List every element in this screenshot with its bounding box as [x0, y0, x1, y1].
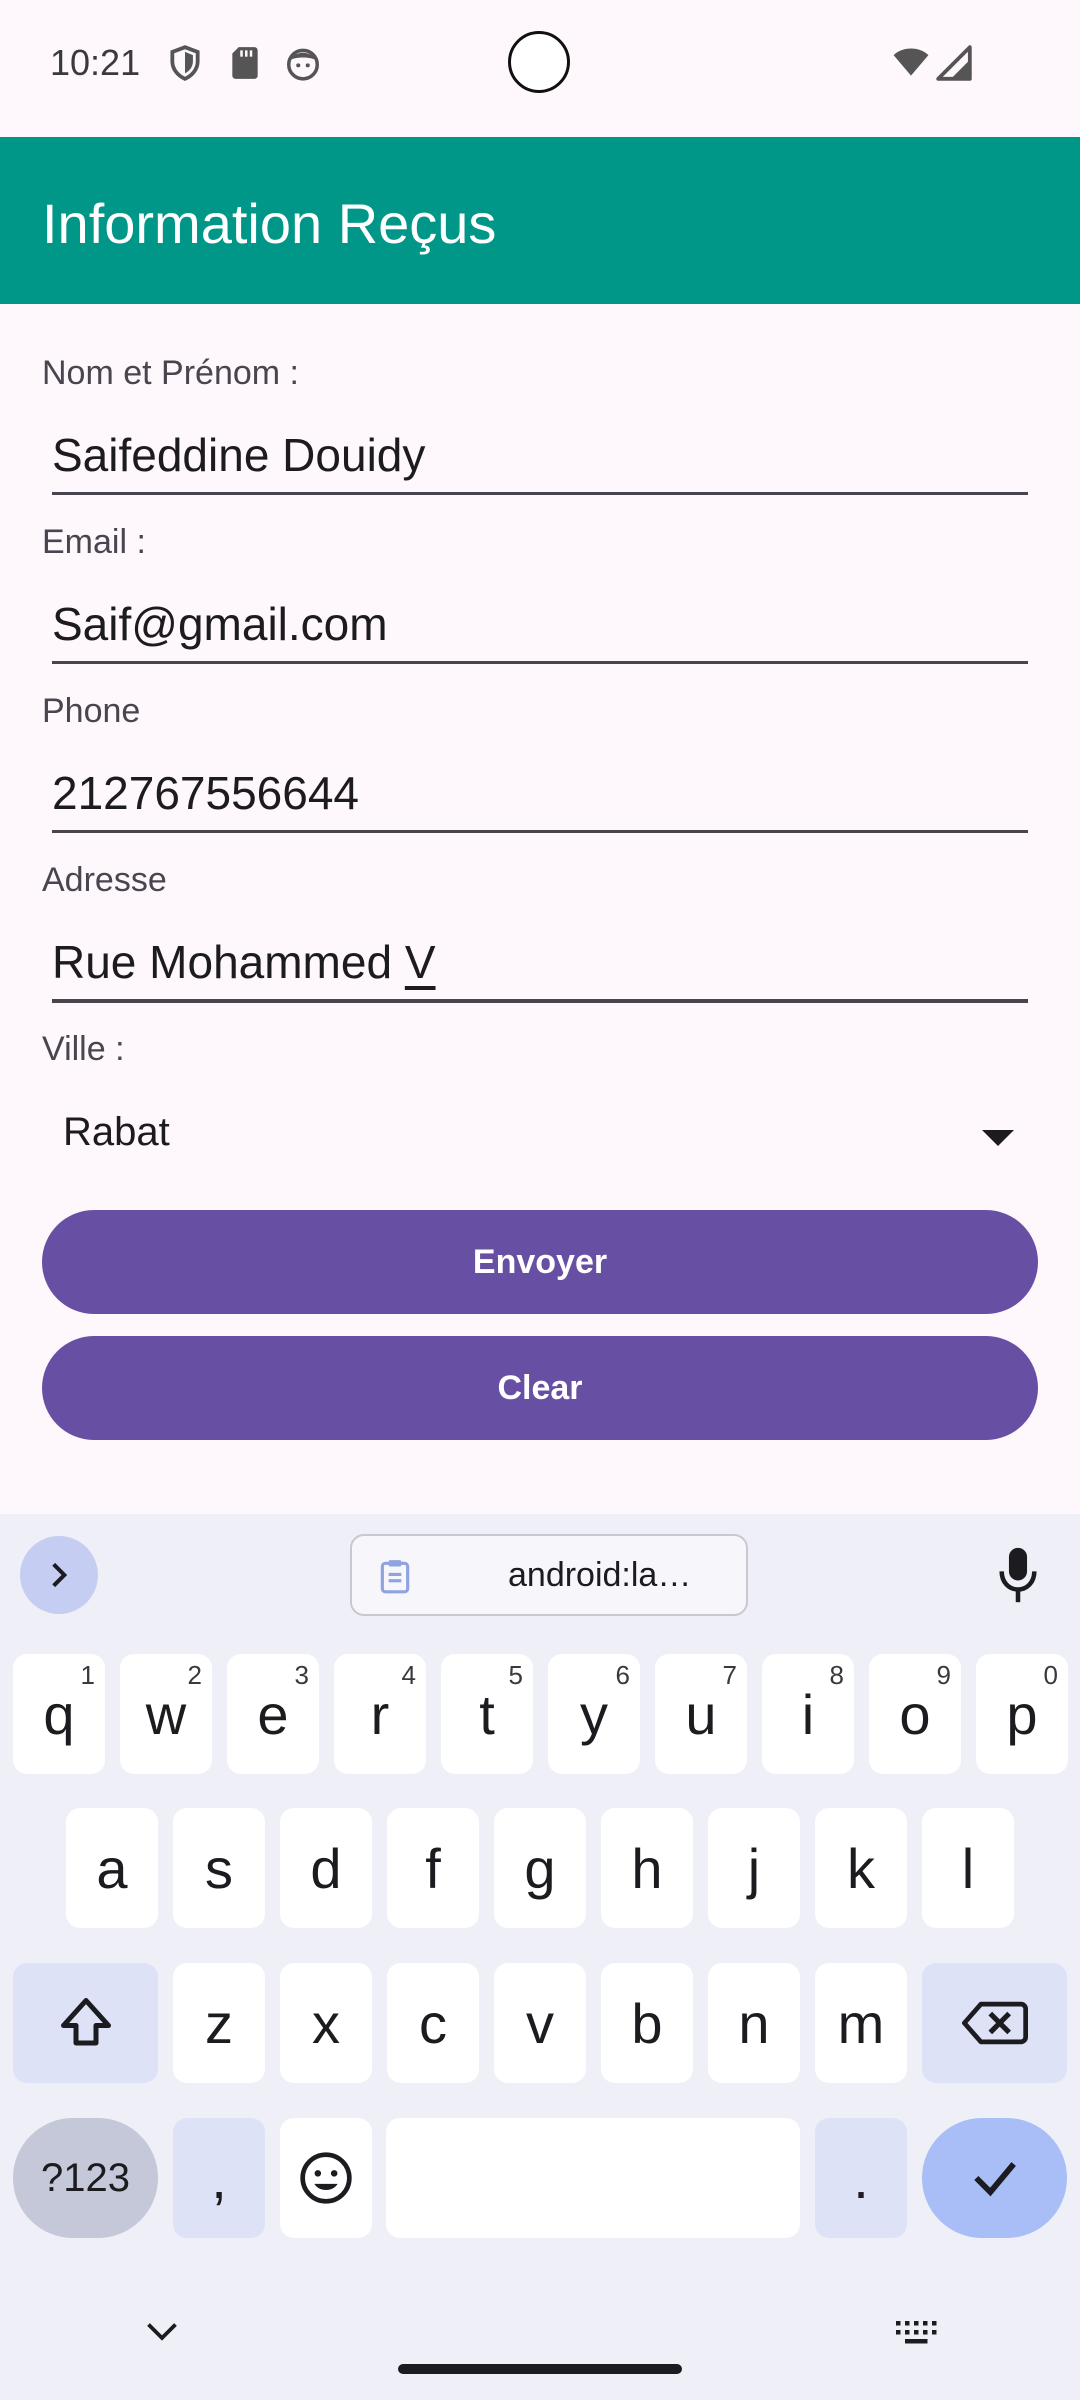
face-icon [287, 48, 319, 81]
city-dropdown[interactable]: Rabat [42, 1100, 1038, 1170]
key-i-label: i [801, 1682, 815, 1746]
address-composing-text: V [404, 936, 436, 988]
key-o-hint: 9 [936, 1660, 951, 1690]
key-f[interactable]: f [387, 1808, 479, 1928]
key-u-hint: 7 [722, 1660, 737, 1690]
address-text: Rue Mohammed [52, 936, 405, 988]
period-key[interactable]: . [815, 2118, 907, 2238]
wifi-icon [893, 48, 929, 76]
key-q-hint: 1 [80, 1660, 95, 1690]
key-t-label: t [479, 1682, 495, 1746]
name-label: Nom et Prénom : [42, 354, 299, 392]
key-h[interactable]: h [601, 1808, 693, 1928]
key-r-hint: 4 [401, 1660, 416, 1690]
key-p-label: p [1006, 1682, 1038, 1746]
email-label: Email : [42, 523, 146, 561]
name-field[interactable]: Saifeddine Douidy [52, 428, 1028, 482]
name-field-underline [52, 492, 1028, 495]
home-gesture-handle[interactable] [398, 2364, 682, 2374]
shift-key[interactable] [13, 1963, 158, 2083]
key-d[interactable]: d [280, 1808, 372, 1928]
backspace-key[interactable] [922, 1963, 1067, 2083]
key-a[interactable]: a [66, 1808, 158, 1928]
clipboard-icon [380, 1560, 410, 1594]
key-t-hint: 5 [508, 1660, 523, 1690]
key-c[interactable]: c [387, 1963, 479, 2083]
backspace-icon [961, 2001, 1028, 2045]
clear-button[interactable]: Clear [42, 1336, 1038, 1440]
hide-keyboard-chevron-icon[interactable] [144, 2320, 180, 2344]
key-p-hint: 0 [1043, 1660, 1058, 1690]
camera-cutout [508, 31, 570, 93]
key-i[interactable]: i8 [762, 1654, 854, 1774]
chevron-right-icon [52, 1562, 68, 1588]
address-field[interactable]: Rue Mohammed V [52, 935, 1028, 989]
expand-toolbar-button[interactable] [20, 1536, 98, 1614]
key-y-hint: 6 [615, 1660, 630, 1690]
key-q-label: q [43, 1682, 75, 1746]
key-p[interactable]: p0 [976, 1654, 1068, 1774]
key-o[interactable]: o9 [869, 1654, 961, 1774]
checkmark-icon [973, 2162, 1016, 2197]
key-r[interactable]: r4 [334, 1654, 426, 1774]
key-m[interactable]: m [815, 1963, 907, 2083]
key-y[interactable]: y6 [548, 1654, 640, 1774]
key-e[interactable]: e3 [227, 1654, 319, 1774]
key-r-label: r [370, 1682, 390, 1746]
key-n[interactable]: n [708, 1963, 800, 2083]
key-i-hint: 8 [829, 1660, 844, 1690]
done-key[interactable] [922, 2118, 1067, 2238]
key-e-label: e [257, 1682, 289, 1746]
key-w-label: w [145, 1682, 187, 1746]
comma-key[interactable]: , [173, 2118, 265, 2238]
shift-icon [60, 1998, 111, 2046]
key-t[interactable]: t5 [441, 1654, 533, 1774]
phone-field[interactable]: 212767556644 [52, 766, 1028, 820]
address-label: Adresse [42, 861, 167, 899]
key-u-label: u [685, 1682, 717, 1746]
clipboard-text: android:la… [508, 1556, 692, 1594]
key-e-hint: 3 [294, 1660, 309, 1690]
key-k[interactable]: k [815, 1808, 907, 1928]
keyboard-switch-icon[interactable] [894, 2318, 940, 2348]
clipboard-suggestion-chip[interactable]: android:la… [350, 1534, 748, 1616]
emoji-key[interactable] [280, 2118, 372, 2238]
city-label: Ville : [42, 1030, 125, 1068]
key-s[interactable]: s [173, 1808, 265, 1928]
soft-keyboard: android:la… q1 w2 e3 r4 t5 y6 u7 i8 o9 p… [0, 1514, 1080, 2400]
key-w-hint: 2 [187, 1660, 202, 1690]
email-field[interactable]: Saif@gmail.com [52, 597, 1028, 651]
app-title: Information Reçus [42, 192, 497, 255]
microphone-icon[interactable] [996, 1546, 1040, 1604]
dropdown-arrow-icon [982, 1130, 1014, 1146]
emoji-icon [300, 2152, 352, 2204]
key-x[interactable]: x [280, 1963, 372, 2083]
city-selected-value: Rabat [63, 1110, 170, 1154]
key-l[interactable]: l [922, 1808, 1014, 1928]
key-z[interactable]: z [173, 1963, 265, 2083]
status-bar: 10:21 [0, 0, 1080, 137]
space-key[interactable] [386, 2118, 800, 2238]
key-j[interactable]: j [708, 1808, 800, 1928]
signal-icon [936, 45, 972, 81]
key-q[interactable]: q1 [13, 1654, 105, 1774]
key-y-label: y [580, 1682, 608, 1746]
app-bar: Information Reçus [0, 137, 1080, 304]
email-field-underline [52, 661, 1028, 664]
key-u[interactable]: u7 [655, 1654, 747, 1774]
key-v[interactable]: v [494, 1963, 586, 2083]
sd-card-icon [232, 47, 258, 79]
key-g[interactable]: g [494, 1808, 586, 1928]
phone-field-underline [52, 830, 1028, 833]
key-w[interactable]: w2 [120, 1654, 212, 1774]
phone-label: Phone [42, 692, 141, 730]
key-o-label: o [899, 1682, 931, 1746]
address-field-underline [52, 999, 1028, 1003]
send-button[interactable]: Envoyer [42, 1210, 1038, 1314]
shield-icon [170, 45, 200, 81]
key-b[interactable]: b [601, 1963, 693, 2083]
symbols-key[interactable]: ?123 [13, 2118, 158, 2238]
status-time: 10:21 [50, 42, 141, 83]
